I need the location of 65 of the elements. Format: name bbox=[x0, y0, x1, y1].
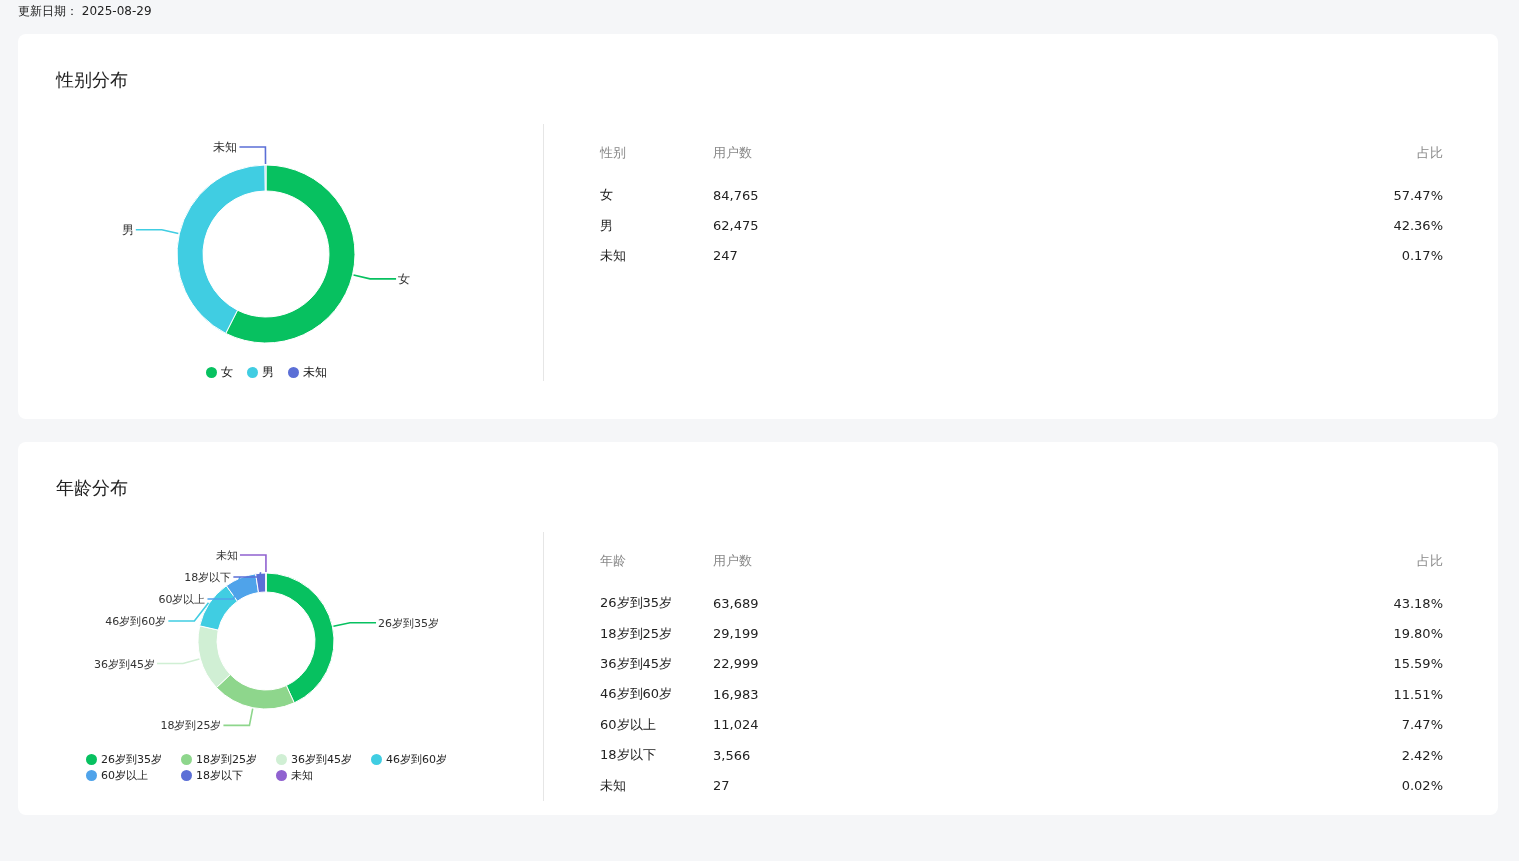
slice-label: 36岁到45岁 bbox=[94, 657, 155, 671]
table-cell: 27 bbox=[713, 778, 730, 794]
leader-line bbox=[332, 621, 377, 628]
section-title: 年龄分布 bbox=[56, 476, 128, 500]
column-header: 年龄 bbox=[600, 553, 626, 568]
table-cell: 63,689 bbox=[713, 595, 759, 611]
table-cell: 7.47% bbox=[1401, 717, 1443, 733]
slice-label: 46岁到60岁 bbox=[105, 615, 167, 628]
table-cell: 42.36% bbox=[1393, 218, 1443, 234]
table-cell: 16,983 bbox=[713, 686, 759, 702]
table-cell: 0.02% bbox=[1401, 778, 1443, 794]
table-cell: 未知 bbox=[600, 247, 626, 263]
table-cell: 3,566 bbox=[713, 747, 751, 763]
slice-label: 男 bbox=[121, 222, 134, 237]
leader-line bbox=[222, 707, 254, 727]
legend-item[interactable]: 26岁到35岁 bbox=[86, 752, 181, 767]
table-cell: 46岁到60岁 bbox=[600, 686, 673, 702]
legend-item[interactable]: 18岁以下 bbox=[181, 768, 276, 783]
table-cell: 15.59% bbox=[1393, 656, 1443, 672]
slice-label: 60岁以上 bbox=[158, 593, 206, 606]
leader-line bbox=[238, 146, 267, 165]
table-cell: 2.42% bbox=[1401, 747, 1443, 763]
table-cell: 247 bbox=[713, 248, 738, 264]
slice-label: 18岁以下 bbox=[184, 571, 232, 584]
table-cell: 18岁到25岁 bbox=[600, 625, 673, 641]
section-title: 性别分布 bbox=[56, 68, 128, 92]
slice-label: 未知 bbox=[213, 140, 238, 154]
table-cell: 29,199 bbox=[713, 626, 759, 642]
update-date: 更新日期： 2025-08-29 bbox=[18, 4, 152, 18]
table-cell: 36岁到45岁 bbox=[600, 655, 673, 671]
slice-label: 女 bbox=[398, 271, 411, 286]
table-cell: 18岁以下 bbox=[600, 747, 656, 763]
legend-item[interactable]: 未知 bbox=[287, 364, 327, 381]
table-cell: 11.51% bbox=[1393, 686, 1443, 702]
legend-item[interactable]: 60岁以上 bbox=[86, 768, 181, 783]
table-cell: 43.18% bbox=[1393, 595, 1443, 611]
leader-line bbox=[156, 658, 201, 665]
leader-line bbox=[352, 274, 397, 280]
column-header: 占比 bbox=[1417, 145, 1443, 160]
column-header: 占比 bbox=[1417, 553, 1443, 568]
table-cell: 62,475 bbox=[713, 218, 759, 234]
slice-label: 未知 bbox=[215, 549, 238, 562]
legend-item[interactable]: 男 bbox=[246, 364, 274, 381]
table-cell: 84,765 bbox=[713, 187, 759, 203]
slice-label: 26岁到35岁 bbox=[378, 616, 440, 630]
leader-line bbox=[135, 228, 180, 235]
table-cell: 22,999 bbox=[713, 656, 759, 672]
table-cell: 57.47% bbox=[1393, 187, 1443, 203]
legend-item[interactable]: 36岁到45岁 bbox=[276, 752, 371, 767]
legend-item[interactable]: 46岁到60岁 bbox=[371, 752, 466, 767]
legend-item[interactable]: 女 bbox=[205, 364, 233, 381]
legend-item[interactable]: 未知 bbox=[276, 768, 371, 783]
table-cell: 11,024 bbox=[713, 717, 759, 733]
column-header: 性别 bbox=[600, 145, 626, 160]
column-header: 用户数 bbox=[713, 145, 752, 160]
table-cell: 19.80% bbox=[1393, 626, 1443, 642]
column-header: 用户数 bbox=[713, 553, 752, 568]
table-cell: 0.17% bbox=[1401, 248, 1443, 264]
table-cell: 60岁以上 bbox=[600, 716, 656, 732]
slice-label: 18岁到25岁 bbox=[160, 719, 222, 733]
legend-item[interactable]: 18岁到25岁 bbox=[181, 752, 276, 767]
table-cell: 女 bbox=[600, 187, 613, 203]
table-cell: 26岁到35岁 bbox=[600, 595, 673, 611]
table-cell: 男 bbox=[600, 217, 613, 233]
table-cell: 未知 bbox=[600, 777, 626, 793]
